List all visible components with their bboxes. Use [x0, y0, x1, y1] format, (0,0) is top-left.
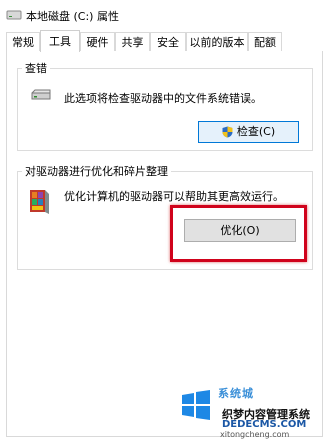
drive-icon — [6, 10, 22, 20]
tab-quota[interactable]: 配额 — [248, 32, 282, 51]
tab-security[interactable]: 安全 — [150, 32, 186, 51]
watermark-brand: 系统城 — [218, 387, 254, 400]
window-title: 本地磁盘 (C:) 属性 — [26, 10, 119, 23]
tab-sharing[interactable]: 共享 — [115, 32, 150, 51]
tab-previous-versions[interactable]: 以前的版本 — [186, 32, 248, 51]
check-button-label: 检查(C) — [236, 125, 276, 138]
optimize-description: 优化计算机的驱动器可以帮助其更高效运行。 — [64, 190, 284, 203]
tab-tools[interactable]: 工具 — [40, 30, 80, 52]
check-button[interactable]: 检查(C) — [198, 121, 299, 143]
error-checking-legend: 查错 — [25, 62, 47, 75]
highlight-box — [170, 205, 307, 262]
drive-icon — [31, 89, 51, 100]
tab-general[interactable]: 常规 — [6, 32, 40, 51]
error-checking-description: 此选项将检查驱动器中的文件系统错误。 — [64, 92, 262, 105]
watermark-domain-lower: xitongcheng.com — [220, 430, 290, 439]
title-bar: 本地磁盘 (C:) 属性 — [0, 0, 329, 30]
optimize-legend: 对驱动器进行优化和碎片整理 — [25, 165, 168, 178]
tab-hardware[interactable]: 硬件 — [80, 32, 115, 51]
watermark-domain-upper: DEDECMS.COM — [222, 419, 307, 430]
windows-logo-icon — [182, 390, 210, 420]
defrag-icon — [30, 190, 49, 214]
uac-shield-icon — [222, 126, 233, 138]
